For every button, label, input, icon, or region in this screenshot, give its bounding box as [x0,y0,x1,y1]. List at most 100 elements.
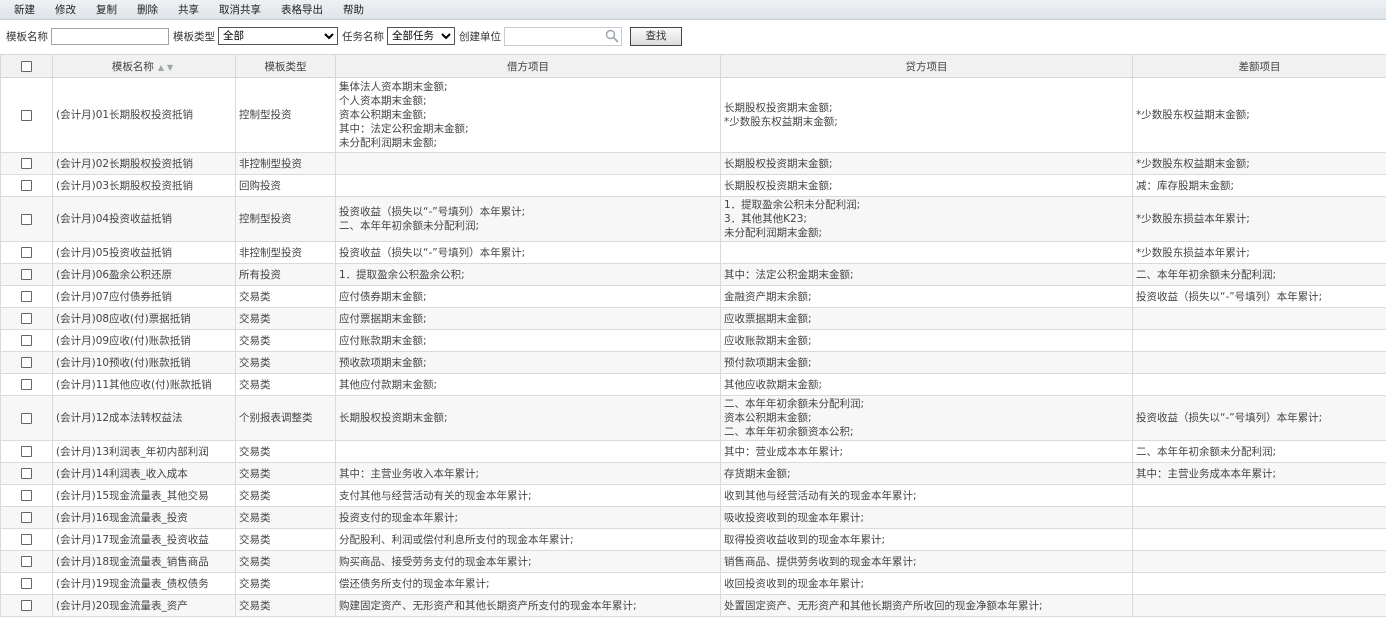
template-name-cell: (会计月)01长期股权投资抵销 [52,77,236,153]
table-row[interactable]: (会计月)07应付债券抵销 交易类 应付债券期末金额; 金融资产期末余额; 投资收益（损… [0,285,1386,308]
diff-items-cell [1132,373,1386,396]
table-row[interactable]: (会计月)15现金流量表_其他交易 交易类 支付其他与经营活动有关的现金本年累计; 收… [0,484,1386,507]
debit-items-cell: 1．提取盈余公积盈余公积; [335,263,721,286]
share-button[interactable]: 共享 [178,2,199,17]
table-row[interactable]: (会计月)19现金流量表_债权债务 交易类 偿还债务所支付的现金本年累计; 收回投资收… [0,572,1386,595]
table-row[interactable]: (会计月)10预收(付)账款抵销 交易类 预收款项期末金额; 预付款项期末金额; [0,351,1386,374]
row-checkbox[interactable] [21,600,32,611]
row-select-cell [0,506,53,529]
table-row[interactable]: (会计月)11其他应收(付)账款抵销 交易类 其他应付款期末金额; 其他应收款期末金额… [0,373,1386,396]
row-checkbox[interactable] [21,534,32,545]
table-row[interactable]: (会计月)20现金流量表_资产 交易类 购建固定资产、无形资产和其他长期资产所支付的… [0,594,1386,617]
row-checkbox[interactable] [21,578,32,589]
row-select-cell [0,484,53,507]
template-type-cell: 所有投资 [235,263,336,286]
row-select-cell [0,174,53,197]
export-button[interactable]: 表格导出 [281,2,323,17]
credit-item-line: *少数股东权益期末金额; [724,116,838,128]
template-name-cell: (会计月)13利润表_年初内部利润 [52,440,236,463]
row-checkbox[interactable] [21,109,32,121]
credit-items-cell: 处置固定资产、无形资产和其他长期资产所收回的现金净额本年累计; [720,594,1133,617]
table-row[interactable]: (会计月)18现金流量表_销售商品 交易类 购买商品、接受劳务支付的现金本年累计; 销… [0,550,1386,573]
credit-item-line: 应收账款期末金额; [724,334,812,347]
template-name-input[interactable] [51,27,169,45]
help-button[interactable]: 帮助 [343,2,364,17]
template-type-cell: 回购投资 [235,174,336,197]
row-checkbox[interactable] [21,291,32,302]
row-checkbox[interactable] [21,335,32,346]
credit-items-cell: 其中：营业成本本年累计; [720,440,1133,463]
table-row[interactable]: (会计月)03长期股权投资抵销 回购投资 长期股权投资期末金额; 减：库存股期末金额; [0,174,1386,197]
sort-icon[interactable]: ▲▼ [158,63,176,72]
table-row[interactable]: (会计月)04投资收益抵销 控制型投资 投资收益（损失以“-”号填列）本年累计; 二、… [0,196,1386,242]
debit-items-cell: 投资收益（损失以“-”号填列）本年累计; [335,241,721,264]
template-type-cell: 非控制型投资 [235,152,336,175]
row-select-cell [0,528,53,551]
credit-items-cell: 吸收投资收到的现金本年累计; [720,506,1133,529]
table-row[interactable]: (会计月)06盈余公积还原 所有投资 1．提取盈余公积盈余公积; 其中：法定公积金期末… [0,263,1386,286]
row-checkbox[interactable] [21,412,32,424]
table-row[interactable]: (会计月)14利润表_收入成本 交易类 其中：主营业务收入本年累计; 存货期末金额; 其… [0,462,1386,485]
table-row[interactable]: (会计月)09应收(付)账款抵销 交易类 应付账款期末金额; 应收账款期末金额; [0,329,1386,352]
column-header-name[interactable]: 模板名称 ▲▼ [52,54,236,78]
table-row[interactable]: (会计月)13利润表_年初内部利润 交易类 其中：营业成本本年累计; 二、本年年初余额… [0,440,1386,463]
row-checkbox[interactable] [21,357,32,368]
credit-items-cell: 预付款项期末金额; [720,351,1133,374]
credit-items-cell: 销售商品、提供劳务收到的现金本年累计; [720,550,1133,573]
table-row[interactable]: (会计月)17现金流量表_投资收益 交易类 分配股利、利润或偿付利息所支付的现金本年… [0,528,1386,551]
template-table: 模板名称 ▲▼ 模板类型 借方项目 贷方项目 差额项目 (会计月)01长期股权投资… [0,54,1386,617]
task-name-select[interactable]: 全部任务 [387,27,455,45]
table-row[interactable]: (会计月)05投资收益抵销 非控制型投资 投资收益（损失以“-”号填列）本年累计; *… [0,241,1386,264]
diff-items-cell [1132,329,1386,352]
row-checkbox[interactable] [21,556,32,567]
credit-item-line: 收回投资收到的现金本年累计; [724,577,865,590]
new-button[interactable]: 新建 [14,2,35,17]
edit-button[interactable]: 修改 [55,2,76,17]
row-checkbox[interactable] [21,247,32,258]
row-checkbox[interactable] [21,269,32,280]
diff-item-line: *少数股东权益期末金额; [1136,157,1250,170]
row-select-cell [0,263,53,286]
credit-item-line: 其中：营业成本本年累计; [724,445,844,458]
search-icon[interactable] [605,29,619,43]
diff-item-line: 投资收益（损失以“-”号填列）本年累计; [1136,290,1323,303]
diff-items-cell [1132,506,1386,529]
row-checkbox[interactable] [21,213,32,225]
credit-item-line: 吸收投资收到的现金本年累计; [724,511,865,524]
table-row[interactable]: (会计月)02长期股权投资抵销 非控制型投资 长期股权投资期末金额; *少数股东权益期… [0,152,1386,175]
row-checkbox[interactable] [21,512,32,523]
debit-item-line: 其中：法定公积金期末金额; [339,123,469,135]
debit-item-line: 二、本年年初余额未分配利润; [339,220,480,232]
credit-item-line: 长期股权投资期末金额; [724,179,833,192]
row-checkbox[interactable] [21,379,32,390]
debit-item-line: 应付债券期末金额; [339,290,427,303]
row-checkbox[interactable] [21,313,32,324]
credit-items-cell: 其他应收款期末金额; [720,373,1133,396]
diff-items-cell [1132,484,1386,507]
template-type-cell: 交易类 [235,528,336,551]
table-row[interactable]: (会计月)01长期股权投资抵销 控制型投资 集体法人资本期末金额; 个人资本期末金额;… [0,77,1386,153]
row-checkbox[interactable] [21,468,32,479]
copy-button[interactable]: 复制 [96,2,117,17]
debit-item-line: 其他应付款期末金额; [339,378,438,391]
row-checkbox[interactable] [21,446,32,457]
row-checkbox[interactable] [21,180,32,191]
table-row[interactable]: (会计月)12成本法转权益法 个别报表调整类 长期股权投资期末金额; 二、本年年初余额… [0,395,1386,441]
delete-button[interactable]: 删除 [137,2,158,17]
row-checkbox[interactable] [21,158,32,169]
select-all-checkbox[interactable] [21,60,32,72]
template-type-select[interactable]: 全部 [218,27,338,45]
template-type-cell: 交易类 [235,307,336,330]
find-button[interactable]: 查找 [630,26,682,46]
unshare-button[interactable]: 取消共享 [219,2,261,17]
credit-item-line: 金融资产期末余额; [724,290,812,303]
table-row[interactable]: (会计月)16现金流量表_投资 交易类 投资支付的现金本年累计; 吸收投资收到的现金本… [0,506,1386,529]
row-checkbox[interactable] [21,490,32,501]
diff-items-cell [1132,572,1386,595]
diff-items-cell [1132,528,1386,551]
credit-items-cell: 长期股权投资期末金额; [720,174,1133,197]
table-row[interactable]: (会计月)08应收(付)票据抵销 交易类 应付票据期末金额; 应收票据期末金额; [0,307,1386,330]
debit-items-cell: 应付债券期末金额; [335,285,721,308]
template-type-cell: 个别报表调整类 [235,395,336,441]
debit-items-cell: 投资收益（损失以“-”号填列）本年累计; 二、本年年初余额未分配利润; [335,196,721,242]
